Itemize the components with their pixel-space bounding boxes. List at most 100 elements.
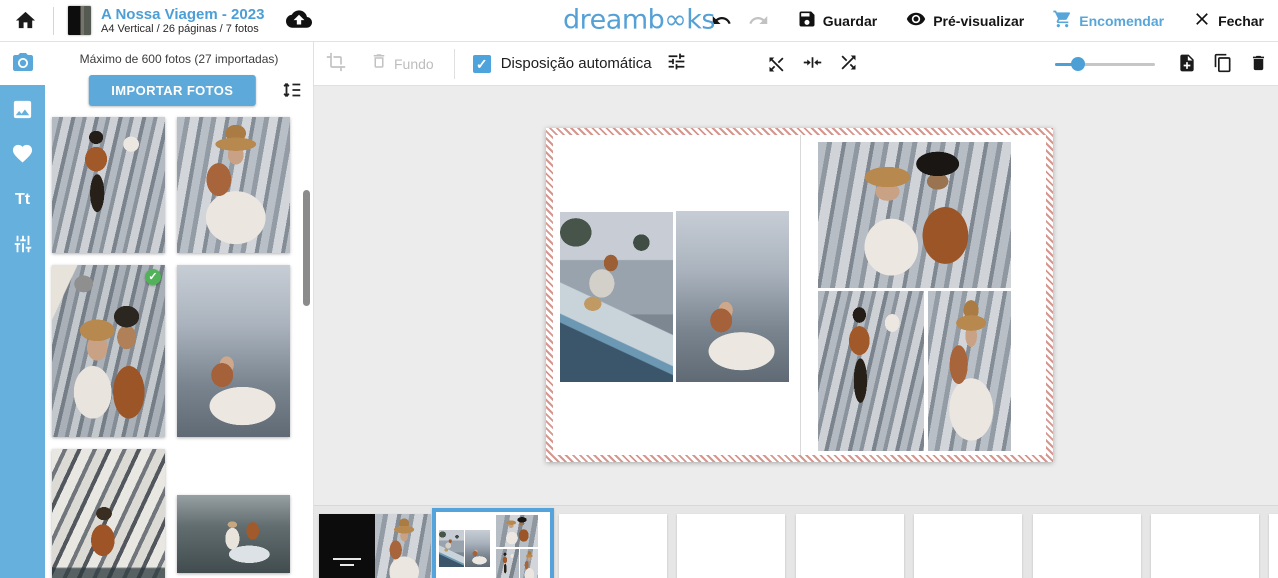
redo-button[interactable] — [748, 10, 769, 31]
photo-thumbnail[interactable] — [52, 117, 165, 253]
toolbar-page-tools — [1055, 42, 1268, 86]
camera-icon — [11, 51, 35, 80]
preview-button[interactable]: Pré-visualizar — [905, 9, 1024, 32]
page-gutter — [800, 135, 801, 455]
sort-photos-button[interactable] — [281, 79, 303, 106]
photo-panel-header: Máximo de 600 fotos (27 importadas) IMPO… — [45, 42, 313, 117]
page-thumbnail-empty[interactable] — [914, 514, 1022, 578]
trash-icon — [370, 51, 388, 76]
undo-redo-group — [711, 10, 769, 31]
import-photos-button[interactable]: IMPORTAR FOTOS — [89, 75, 256, 106]
project-subtitle: A4 Vertical / 26 páginas / 7 fotos — [101, 23, 264, 36]
duplicate-page-button[interactable] — [1213, 53, 1233, 76]
photo-thumbnail[interactable] — [52, 449, 165, 578]
save-icon — [797, 9, 823, 32]
order-button[interactable]: Encomendar — [1052, 9, 1164, 32]
page-thumbnail-empty[interactable] — [1269, 514, 1278, 578]
home-icon — [14, 9, 37, 32]
spread-photo[interactable] — [928, 291, 1011, 451]
workspace: Tt Máximo de 600 fotos (27 importadas) I… — [0, 42, 1278, 578]
spread-photo[interactable] — [818, 291, 924, 451]
photo-thumbnail[interactable] — [177, 117, 290, 253]
page-thumbnail-cover[interactable] — [319, 514, 431, 578]
tune-vertical-icon — [12, 233, 34, 255]
shuffle-left-button[interactable] — [766, 54, 787, 75]
save-button-label: Guardar — [823, 13, 877, 29]
editor-toolbar: Fundo ✓ Disposição automática — [314, 42, 1278, 86]
page-thumbnail-empty[interactable] — [796, 514, 904, 578]
sort-icon — [281, 88, 303, 105]
cloud-sync-button[interactable] — [286, 8, 312, 33]
photo-thumbnail[interactable] — [177, 265, 290, 437]
project-title[interactable]: A Nossa Viagem - 2023 — [101, 6, 264, 23]
canvas-area[interactable] — [314, 86, 1278, 505]
cover-photo — [375, 514, 431, 578]
photo-limit-text: Máximo de 600 fotos (27 importadas) — [45, 52, 313, 66]
sidebar-rail-body: Tt — [0, 85, 45, 578]
photo-used-check-icon: ✓ — [145, 269, 161, 285]
spread-photo[interactable] — [676, 211, 789, 382]
sidebar-tab-photos[interactable] — [0, 42, 45, 88]
cover-title-line — [333, 558, 361, 560]
add-page-button[interactable] — [1177, 53, 1197, 76]
photos-icon — [11, 98, 34, 126]
compress-button[interactable] — [802, 52, 823, 76]
tune-icon — [666, 51, 687, 77]
heart-icon — [11, 142, 34, 170]
auto-layout-label: Disposição automática — [501, 55, 652, 72]
shuffle-right-icon — [838, 52, 859, 76]
page-thumbnail-empty[interactable] — [559, 514, 667, 578]
close-button-label: Fechar — [1218, 13, 1264, 29]
spread-photo[interactable] — [818, 142, 1011, 288]
shuffle-right-button[interactable] — [838, 52, 859, 76]
mini-photo — [496, 549, 519, 578]
topbar-right: Guardar Pré-visualizar Encomendar Fechar — [701, 9, 1264, 32]
page-thumbnail-selected[interactable] — [432, 508, 554, 578]
mini-photo — [520, 549, 538, 578]
save-button[interactable]: Guardar — [797, 9, 877, 32]
delete-page-button[interactable] — [1249, 53, 1268, 76]
duplicate-page-icon — [1213, 53, 1233, 76]
project-meta: A Nossa Viagem - 2023 A4 Vertical / 26 p… — [101, 6, 264, 36]
preview-eye-icon — [905, 9, 933, 32]
book-spread[interactable] — [546, 128, 1053, 462]
background-remove-button[interactable]: Fundo — [370, 51, 434, 76]
crop-button[interactable] — [326, 52, 346, 75]
layout-settings-button[interactable] — [666, 51, 687, 77]
sidebar-tab-favorites[interactable] — [0, 140, 45, 172]
sidebar-tab-text[interactable]: Tt — [0, 184, 45, 216]
sidebar-tab-adjustments[interactable] — [0, 228, 45, 260]
close-icon — [1192, 9, 1218, 32]
page-thumbnail-empty[interactable] — [1151, 514, 1259, 578]
photo-thumbnail[interactable] — [177, 495, 290, 573]
page-thumbnail-empty[interactable] — [677, 514, 785, 578]
home-button[interactable] — [14, 9, 37, 32]
sidebar-rail: Tt — [0, 42, 45, 578]
project-thumbnail[interactable] — [68, 6, 91, 35]
mini-photo — [439, 530, 464, 567]
page-thumbnail-strip — [314, 505, 1278, 578]
topbar-left: A Nossa Viagem - 2023 A4 Vertical / 26 p… — [14, 6, 312, 36]
sidebar-tab-layouts[interactable] — [0, 96, 45, 128]
photo-grid: ✓ — [52, 117, 290, 578]
crop-icon — [326, 52, 346, 75]
page-thumbnail-empty[interactable] — [1033, 514, 1141, 578]
editor-main: Fundo ✓ Disposição automática — [313, 42, 1278, 578]
photo-thumbnail[interactable]: ✓ — [52, 265, 165, 437]
cover-subtitle-line — [340, 564, 354, 566]
zoom-slider[interactable] — [1055, 57, 1155, 71]
auto-layout-checkbox[interactable]: ✓ — [473, 55, 491, 73]
cloud-upload-icon — [286, 15, 312, 32]
photo-panel-scrollbar[interactable] — [303, 190, 310, 306]
toolbar-shuffle-group — [766, 42, 859, 86]
app-logo: dreamb∞ks — [563, 4, 715, 35]
add-page-icon — [1177, 53, 1197, 76]
mini-photo — [465, 530, 490, 567]
spread-photo[interactable] — [560, 212, 673, 382]
close-button[interactable]: Fechar — [1192, 9, 1264, 32]
photobook-editor-window: A Nossa Viagem - 2023 A4 Vertical / 26 p… — [0, 0, 1278, 578]
toolbar-divider — [454, 49, 455, 79]
topbar: A Nossa Viagem - 2023 A4 Vertical / 26 p… — [0, 0, 1278, 42]
zoom-slider-thumb[interactable] — [1071, 57, 1085, 71]
background-label: Fundo — [394, 56, 434, 72]
